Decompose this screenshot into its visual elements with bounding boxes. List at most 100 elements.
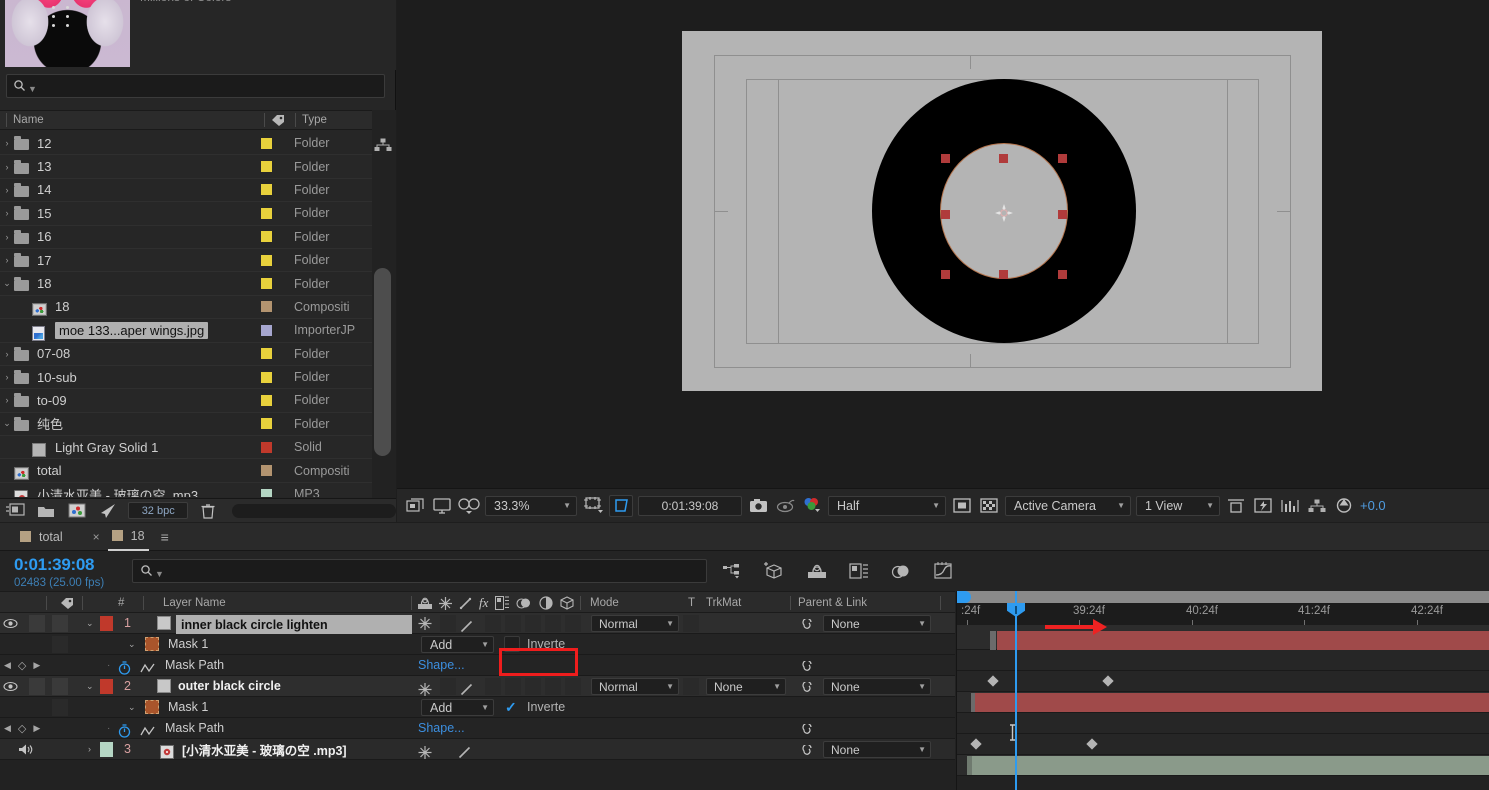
layer-track-rows[interactable] [957, 625, 1489, 790]
mask-handle-tl[interactable] [941, 154, 950, 163]
prev-keyframe-arrow-icon[interactable]: ◀ [4, 723, 11, 734]
shy-icon[interactable] [418, 596, 432, 610]
table-row[interactable]: ⌄ 2 outer black circle Normal ▼ None ▼ N… [0, 676, 955, 697]
keyframe-navigator[interactable]: ◀ ◇ ▶ [4, 722, 40, 735]
project-item-row[interactable]: 18 Compositi [0, 295, 372, 320]
project-item-row[interactable]: total Compositi [0, 459, 372, 483]
timeline-layer-rows[interactable]: ⌄ 1 inner black circle lighten Normal ▼ [0, 613, 955, 790]
composition-stage[interactable] [682, 31, 1322, 391]
mask-handle-tr[interactable] [1058, 154, 1067, 163]
project-item-label-color[interactable] [261, 161, 272, 173]
project-item-name[interactable]: 18 [55, 299, 261, 314]
frame-blend-icon[interactable] [495, 596, 510, 610]
table-row[interactable]: ⌄ Mask 1 Add ▼ Inverte [0, 634, 955, 655]
project-item-name[interactable]: 16 [37, 229, 261, 244]
expand-layer-twisty[interactable]: › [88, 739, 91, 759]
project-item-label-color[interactable] [261, 207, 272, 219]
table-row[interactable]: › 3 [小清水亚美 - 玻璃の空 .mp3] None ▼ [0, 739, 955, 760]
column-header-mode[interactable]: Mode [590, 592, 619, 614]
project-item-name[interactable]: 18 [37, 276, 261, 291]
stopwatch-icon[interactable] [118, 721, 131, 741]
solo-toggle[interactable] [52, 615, 68, 632]
delete-icon[interactable] [197, 500, 219, 522]
project-item-label-color[interactable] [261, 465, 272, 477]
work-area-bar[interactable] [957, 591, 1489, 603]
parent-pickwhip-icon[interactable] [800, 721, 814, 741]
next-keyframe-arrow-icon[interactable]: ▶ [33, 660, 40, 671]
magnification-select[interactable]: 33.3% ▼ [485, 495, 577, 516]
3d-layer-icon[interactable] [560, 596, 574, 610]
project-item-row[interactable]: › 12 Folder [0, 132, 372, 156]
column-header-trkmat[interactable]: TrkMat [706, 592, 741, 614]
reset-exposure-icon[interactable] [1333, 495, 1355, 517]
views-select[interactable]: 1 View ▼ [1136, 495, 1220, 516]
timeline-search-field[interactable]: ▼ [132, 559, 707, 583]
mask-color-swatch[interactable] [145, 637, 159, 651]
column-header-parent-link[interactable]: Parent & Link [798, 592, 867, 614]
twisty-collapsed-icon[interactable]: › [0, 185, 14, 195]
playhead[interactable] [1007, 591, 1025, 790]
project-item-name[interactable]: 17 [37, 253, 261, 268]
track-row-mask-path-1[interactable] [957, 671, 1489, 692]
search-dropdown-chevron-icon[interactable]: ▼ [155, 569, 164, 579]
project-item-label-color[interactable] [261, 301, 272, 313]
twisty-collapsed-icon[interactable]: › [0, 162, 14, 172]
layer-name[interactable]: outer black circle [178, 676, 281, 696]
mask-visibility-box[interactable] [52, 699, 68, 716]
project-item-row[interactable]: › to-09 Folder [0, 389, 372, 413]
mask-handle-ml[interactable] [941, 210, 950, 219]
table-row[interactable]: ◀ ◇ ▶ · Mask Path Shape... [0, 655, 955, 676]
column-header-t[interactable]: T [688, 592, 695, 614]
project-item-name[interactable]: 15 [37, 206, 261, 221]
layer-duration-bar[interactable] [975, 693, 1489, 712]
preserve-transparency-toggle[interactable] [683, 678, 699, 695]
track-row-mask-1[interactable] [957, 650, 1489, 671]
exposure-value[interactable]: +0.0 [1360, 498, 1386, 513]
trkmat-select[interactable]: None ▼ [706, 678, 786, 695]
layer-bar-in-handle[interactable] [990, 631, 996, 650]
quality-switch-box[interactable] [440, 678, 456, 695]
keyframe-marker[interactable] [1102, 675, 1114, 687]
quality-switch[interactable] [458, 742, 471, 762]
work-area-start-handle[interactable] [957, 591, 971, 603]
mask-mode-select[interactable]: Add ▼ [421, 699, 494, 716]
project-item-row[interactable]: › 15 Folder [0, 202, 372, 226]
project-item-row[interactable]: › 13 Folder [0, 155, 372, 179]
expand-layer-twisty[interactable]: ⌄ [86, 676, 94, 696]
twisty-collapsed-icon[interactable]: › [0, 395, 14, 405]
quality-switch[interactable] [460, 616, 473, 636]
keyframe-diamond-icon[interactable]: ◇ [18, 659, 26, 672]
project-vertical-scrollbar[interactable] [374, 268, 391, 456]
mask-visibility-box[interactable] [52, 636, 68, 653]
twisty-collapsed-icon[interactable]: › [0, 255, 14, 265]
twisty-expanded-icon[interactable]: ⌄ [0, 418, 14, 429]
track-row-mask-path-2[interactable] [957, 734, 1489, 755]
resolution-select[interactable]: Half ▼ [828, 495, 946, 516]
next-keyframe-arrow-icon[interactable]: ▶ [33, 723, 40, 734]
draft-3d-icon[interactable] [764, 560, 786, 582]
timeline-graph-icon[interactable] [1279, 495, 1301, 517]
project-item-row[interactable]: › 17 Folder [0, 248, 372, 273]
property-name[interactable]: Mask Path [165, 718, 224, 738]
parent-pickwhip-icon[interactable] [800, 616, 814, 636]
parent-pickwhip-icon[interactable] [800, 679, 814, 699]
project-item-label-color[interactable] [261, 184, 272, 196]
parent-select[interactable]: None ▼ [823, 678, 931, 695]
project-item-label-color[interactable] [261, 137, 272, 149]
current-time-display[interactable]: 0:01:39:08 [638, 495, 742, 516]
layer-name[interactable]: inner black circle lighten [176, 615, 412, 635]
project-item-row[interactable]: › 16 Folder [0, 226, 372, 249]
column-header-type[interactable]: Type [302, 114, 327, 126]
project-item-label-color[interactable] [261, 231, 272, 243]
timeline-current-time[interactable]: 0:01:39:08 [14, 555, 94, 575]
layer-duration-bar[interactable] [997, 631, 1489, 650]
track-row-layer-3[interactable] [957, 755, 1489, 776]
composition-canvas[interactable] [397, 0, 1489, 488]
audio-toggle[interactable] [29, 615, 45, 632]
preserve-transparency-toggle[interactable] [683, 615, 699, 632]
close-tab-icon[interactable]: × [93, 530, 100, 544]
quality-switch-box[interactable] [440, 615, 456, 632]
graph-editor-property-icon[interactable] [140, 658, 155, 678]
mask-name[interactable]: Mask 1 [168, 634, 208, 654]
parent-pickwhip-icon[interactable] [800, 742, 814, 762]
